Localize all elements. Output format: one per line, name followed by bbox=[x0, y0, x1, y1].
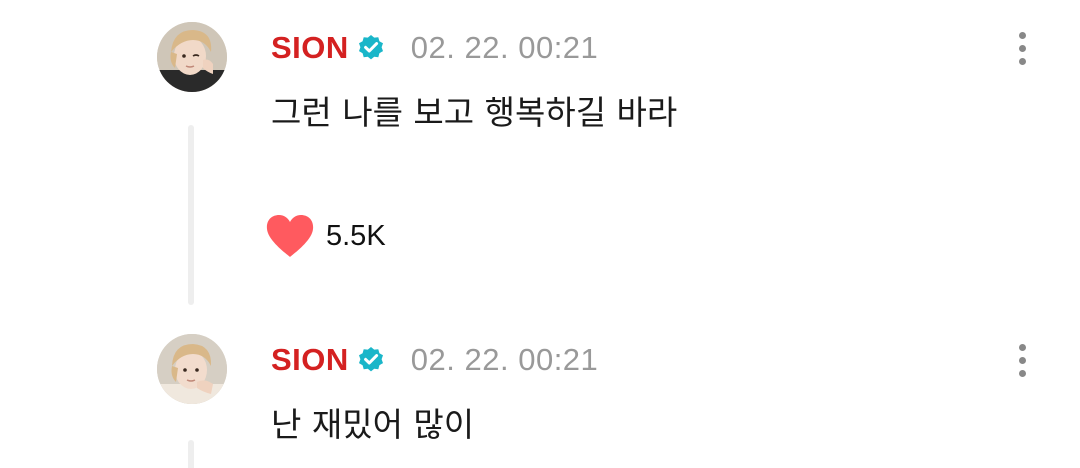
more-vertical-icon bbox=[1018, 31, 1026, 39]
like-row: 5.5K bbox=[264, 212, 386, 260]
comment-text: 그런 나를 보고 행복하길 바라 bbox=[271, 93, 678, 132]
comment-feed: SION 02. 22. 00:21 그런 나를 보고 행복하길 바라 5.5K bbox=[0, 0, 1080, 468]
avatar[interactable] bbox=[157, 334, 227, 404]
thread-line bbox=[188, 125, 194, 305]
more-vertical-icon bbox=[1018, 57, 1026, 65]
author-name[interactable]: SION bbox=[271, 30, 349, 66]
verified-badge-icon bbox=[357, 346, 385, 374]
like-count: 5.5K bbox=[326, 219, 386, 252]
more-vertical-icon bbox=[1018, 356, 1026, 364]
avatar-image bbox=[157, 334, 227, 404]
author-row: SION 02. 22. 00:21 bbox=[271, 28, 598, 68]
more-vertical-icon bbox=[1018, 343, 1026, 351]
avatar[interactable] bbox=[157, 22, 227, 92]
timestamp: 02. 22. 00:21 bbox=[410, 30, 599, 65]
author-name[interactable]: SION bbox=[271, 342, 349, 378]
more-options-button[interactable] bbox=[1006, 28, 1038, 68]
more-vertical-icon bbox=[1018, 44, 1026, 52]
verified-badge-icon bbox=[357, 34, 385, 62]
author-row: SION 02. 22. 00:21 bbox=[271, 340, 598, 380]
heart-icon[interactable] bbox=[264, 213, 316, 259]
thread-line bbox=[188, 440, 194, 468]
more-vertical-icon bbox=[1018, 369, 1026, 377]
timestamp: 02. 22. 00:21 bbox=[410, 342, 599, 377]
more-options-button[interactable] bbox=[1006, 340, 1038, 380]
avatar-image bbox=[157, 22, 227, 92]
comment-text: 난 재밌어 많이 bbox=[271, 405, 475, 444]
